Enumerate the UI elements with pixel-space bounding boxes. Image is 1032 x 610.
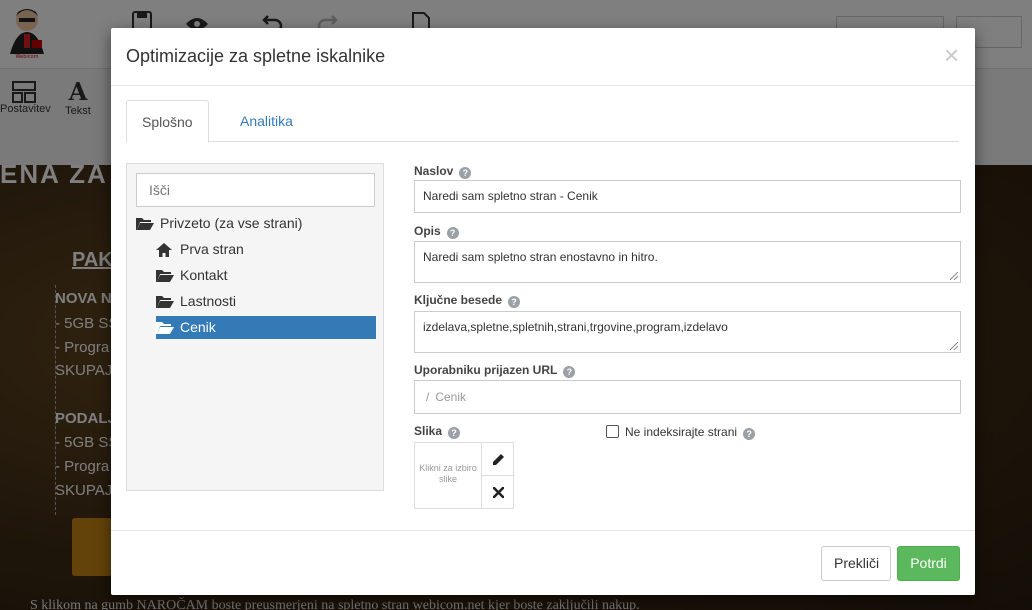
image-picker: Klikni za izbiro slike: [414, 442, 515, 509]
image-placeholder[interactable]: Klikni za izbiro slike: [415, 463, 481, 485]
description-label: Opis?: [414, 224, 459, 239]
remove-image-button[interactable]: [481, 476, 515, 509]
help-icon[interactable]: ?: [508, 296, 521, 308]
description-label-text: Opis: [414, 224, 441, 238]
close-icon[interactable]: ×: [944, 42, 959, 68]
keywords-value: izdelava,spletne,spletnih,strani,trgovin…: [423, 320, 728, 334]
edit-image-button[interactable]: [481, 443, 515, 476]
url-value: Cenik: [435, 390, 467, 404]
title-input[interactable]: Naredi sam spletno stran - Cenik: [414, 180, 961, 213]
tab-analitika[interactable]: Analitika: [225, 100, 308, 143]
confirm-button[interactable]: Potrdi: [897, 546, 960, 581]
folder-open-icon: [156, 295, 174, 309]
keywords-textarea[interactable]: izdelava,spletne,spletnih,strani,trgovin…: [414, 311, 961, 353]
tree-item-root[interactable]: Privzeto (za vse strani): [136, 212, 302, 235]
description-value: Naredi sam spletno stran enostavno in hi…: [423, 250, 658, 264]
title-label: Naslov?: [414, 164, 472, 179]
tree-item-root-label: Privzeto (za vse strani): [160, 215, 303, 231]
title-label-text: Naslov: [414, 164, 454, 178]
folder-open-icon: [156, 269, 174, 283]
tree-search-input[interactable]: [136, 173, 375, 207]
folder-open-icon: [136, 217, 154, 231]
help-icon[interactable]: ?: [563, 366, 576, 378]
pencil-icon: [493, 453, 504, 465]
tree-item-label: Cenik: [180, 319, 216, 335]
tree-item-label: Lastnosti: [180, 293, 237, 309]
help-icon[interactable]: ?: [446, 227, 459, 239]
description-textarea[interactable]: Naredi sam spletno stran enostavno in hi…: [414, 241, 961, 283]
seo-modal: Optimizacije za spletne iskalnike × Splo…: [111, 28, 975, 595]
resize-handle-icon[interactable]: [950, 342, 958, 350]
modal-title: Optimizacije za spletne iskalnike: [126, 46, 386, 66]
keywords-label-text: Ključne besede: [414, 293, 503, 307]
resize-handle-icon[interactable]: [950, 272, 958, 280]
noindex-checkbox-row[interactable]: Ne indeksirajte strani?: [606, 425, 756, 440]
url-label: Uporabniku prijazen URL?: [414, 363, 576, 378]
folder-open-icon: [156, 321, 174, 335]
tab-splosno[interactable]: Splošno: [126, 100, 209, 143]
url-label-text: Uporabniku prijazen URL: [414, 363, 558, 377]
url-prefix: /: [426, 390, 430, 404]
keywords-label: Ključne besede?: [414, 293, 521, 308]
image-label-text: Slika: [414, 424, 443, 438]
tree-item-lastnosti[interactable]: Lastnosti: [156, 290, 236, 313]
tree-item-label: Prva stran: [180, 241, 244, 257]
help-icon[interactable]: ?: [743, 428, 756, 440]
tree-item-label: Kontakt: [180, 267, 228, 283]
cancel-button[interactable]: Prekliči: [821, 546, 891, 581]
close-icon: [493, 487, 504, 498]
help-icon[interactable]: ?: [448, 427, 461, 439]
home-icon: [156, 243, 174, 258]
page-tree-panel: Privzeto (za vse strani) Prva stran Kont…: [126, 163, 384, 491]
tree-item-prva-stran[interactable]: Prva stran: [156, 238, 244, 261]
title-input-value: Naredi sam spletno stran - Cenik: [423, 189, 598, 203]
modal-tabs: Splošno Analitika: [126, 100, 959, 143]
tree-item-kontakt[interactable]: Kontakt: [156, 264, 227, 287]
modal-footer: Prekliči Potrdi: [111, 530, 975, 595]
noindex-label: Ne indeksirajte strani: [625, 425, 738, 439]
modal-header: Optimizacije za spletne iskalnike ×: [111, 28, 975, 86]
image-label: Slika?: [414, 424, 461, 439]
noindex-checkbox[interactable]: [606, 425, 619, 438]
help-icon[interactable]: ?: [459, 167, 472, 179]
tree-item-cenik[interactable]: Cenik: [156, 316, 376, 339]
url-input[interactable]: / Cenik: [414, 380, 961, 414]
